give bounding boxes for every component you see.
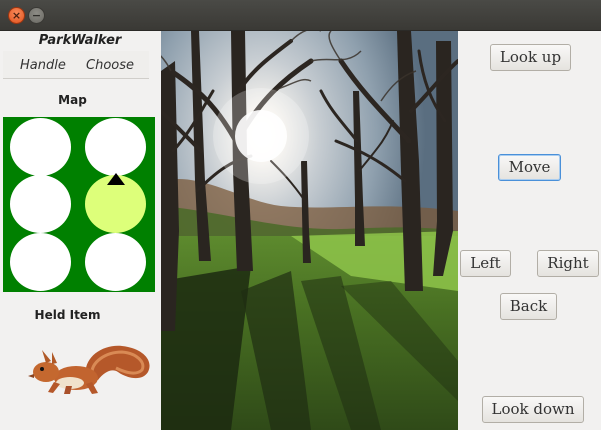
- right-button[interactable]: Right: [537, 250, 599, 277]
- menu-handle[interactable]: Handle: [20, 58, 66, 73]
- menu-choose[interactable]: Choose: [86, 58, 134, 73]
- back-button[interactable]: Back: [500, 293, 557, 320]
- map-cell: [10, 175, 71, 233]
- look-up-button[interactable]: Look up: [490, 44, 571, 71]
- minimize-window-button[interactable]: −: [28, 7, 45, 24]
- window-titlebar: × −: [0, 0, 601, 31]
- park-scene-view: [161, 31, 458, 430]
- app-title: ParkWalker: [38, 33, 122, 48]
- park-trees-scene: [161, 31, 458, 430]
- held-item-label: Held Item: [34, 308, 101, 322]
- map-grid: [3, 117, 155, 292]
- menu-bar: Handle Choose: [3, 51, 149, 79]
- close-window-button[interactable]: ×: [8, 7, 25, 24]
- squirrel-icon: [28, 345, 150, 394]
- map-cell: [85, 233, 146, 291]
- player-direction-arrow-icon: [107, 173, 125, 185]
- map-label: Map: [58, 93, 87, 107]
- left-button[interactable]: Left: [460, 250, 511, 277]
- look-down-button[interactable]: Look down: [482, 396, 584, 423]
- sidebar: ParkWalker Handle Choose Map Held Item: [0, 31, 160, 430]
- map-cell: [85, 118, 146, 176]
- move-button[interactable]: Move: [498, 154, 561, 181]
- map-cell: [10, 233, 71, 291]
- map-cell: [10, 118, 71, 176]
